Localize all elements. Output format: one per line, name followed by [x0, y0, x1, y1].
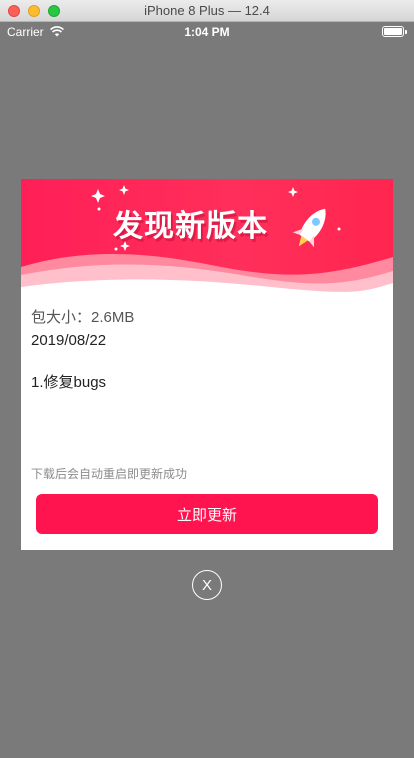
package-size: 包大小：2.6MB: [31, 309, 135, 326]
update-banner: 发现新版本: [21, 179, 393, 295]
banner-title: 发现新版本: [113, 210, 268, 243]
close-icon[interactable]: X: [192, 570, 222, 600]
update-now-button[interactable]: 立即更新: [36, 494, 378, 534]
release-date: 2019/08/22: [31, 332, 107, 349]
window-titlebar: iPhone 8 Plus — 12.4: [0, 0, 414, 22]
window-title: iPhone 8 Plus — 12.4: [144, 3, 270, 18]
status-time: 1:04 PM: [184, 25, 230, 39]
rocket-icon: [292, 208, 326, 248]
update-dialog: 发现新版本 包大小：2.6MB 2019/08/22 1.修复bugs 下载后会…: [21, 179, 393, 550]
restart-hint: 下载后会自动重启即更新成功: [31, 467, 188, 481]
battery-icon: [382, 26, 407, 37]
release-notes: 1.修复bugs: [31, 374, 107, 391]
status-bar: Carrier 1:04 PM: [0, 22, 414, 42]
